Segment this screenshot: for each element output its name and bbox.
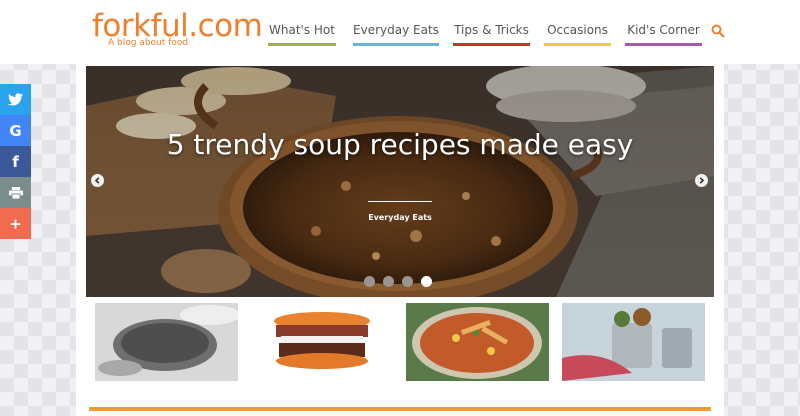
more-share-button[interactable]: + [0, 208, 31, 239]
facebook-icon: f [12, 152, 19, 171]
thumbnail-image [95, 303, 238, 381]
slider-dot-active[interactable] [421, 276, 432, 287]
nav-underline [625, 43, 702, 46]
slider-prev-button[interactable] [91, 174, 104, 187]
nav-underline [268, 43, 336, 46]
slide-divider [368, 201, 432, 202]
nav-label: What's Hot [269, 23, 335, 37]
thumbnail-image [562, 303, 705, 381]
chevron-right-icon [699, 177, 705, 184]
nav-label: Tips & Tricks [454, 23, 529, 37]
search-icon[interactable] [711, 23, 725, 38]
thumbnail-image [251, 303, 394, 381]
nav-underline [544, 43, 611, 46]
print-icon [8, 186, 23, 199]
thumbnail-image [406, 303, 549, 381]
tagline: A blog about food [108, 38, 189, 48]
slider-next-button[interactable] [695, 174, 708, 187]
nav-kids-corner[interactable]: Kid's Corner [625, 20, 702, 46]
section-divider [89, 407, 711, 411]
google-icon: G [9, 121, 22, 140]
slider-dot[interactable] [402, 276, 413, 287]
share-bar: G f + [0, 84, 31, 239]
nav-underline [453, 43, 530, 46]
slide-category[interactable]: Everyday Eats [86, 213, 714, 222]
logo[interactable]: forkful.com A blog about food [92, 8, 263, 48]
facebook-share-button[interactable]: f [0, 146, 31, 177]
slider-dot[interactable] [383, 276, 394, 287]
nav-label: Everyday Eats [353, 23, 439, 37]
chevron-left-icon [94, 177, 100, 184]
nav-label: Kid's Corner [627, 23, 700, 37]
nav-tips-tricks[interactable]: Tips & Tricks [453, 20, 530, 46]
slider-dots [364, 276, 432, 287]
hero-image [86, 66, 714, 297]
thumbnail-tortilla-soup[interactable] [406, 303, 549, 381]
print-button[interactable] [0, 177, 31, 208]
nav-occasions[interactable]: Occasions [544, 20, 611, 46]
google-share-button[interactable]: G [0, 115, 31, 146]
twitter-share-button[interactable] [0, 84, 31, 115]
nav-label: Occasions [547, 23, 608, 37]
nav-whats-hot[interactable]: What's Hot [268, 20, 336, 46]
plus-icon: + [9, 214, 22, 233]
hero-slider: 5 trendy soup recipes made easy Everyday… [86, 66, 714, 297]
nav-underline [353, 43, 439, 46]
nav-everyday-eats[interactable]: Everyday Eats [353, 20, 439, 46]
site-header: forkful.com A blog about food What's Hot… [0, 0, 800, 64]
twitter-icon [8, 93, 23, 106]
slide-title[interactable]: 5 trendy soup recipes made easy [86, 128, 714, 161]
thumbnail-waffle-sandwich[interactable] [251, 303, 394, 381]
thumbnail-salad-cups[interactable] [562, 303, 705, 381]
slider-dot[interactable] [364, 276, 375, 287]
thumbnail-soup[interactable] [95, 303, 238, 381]
